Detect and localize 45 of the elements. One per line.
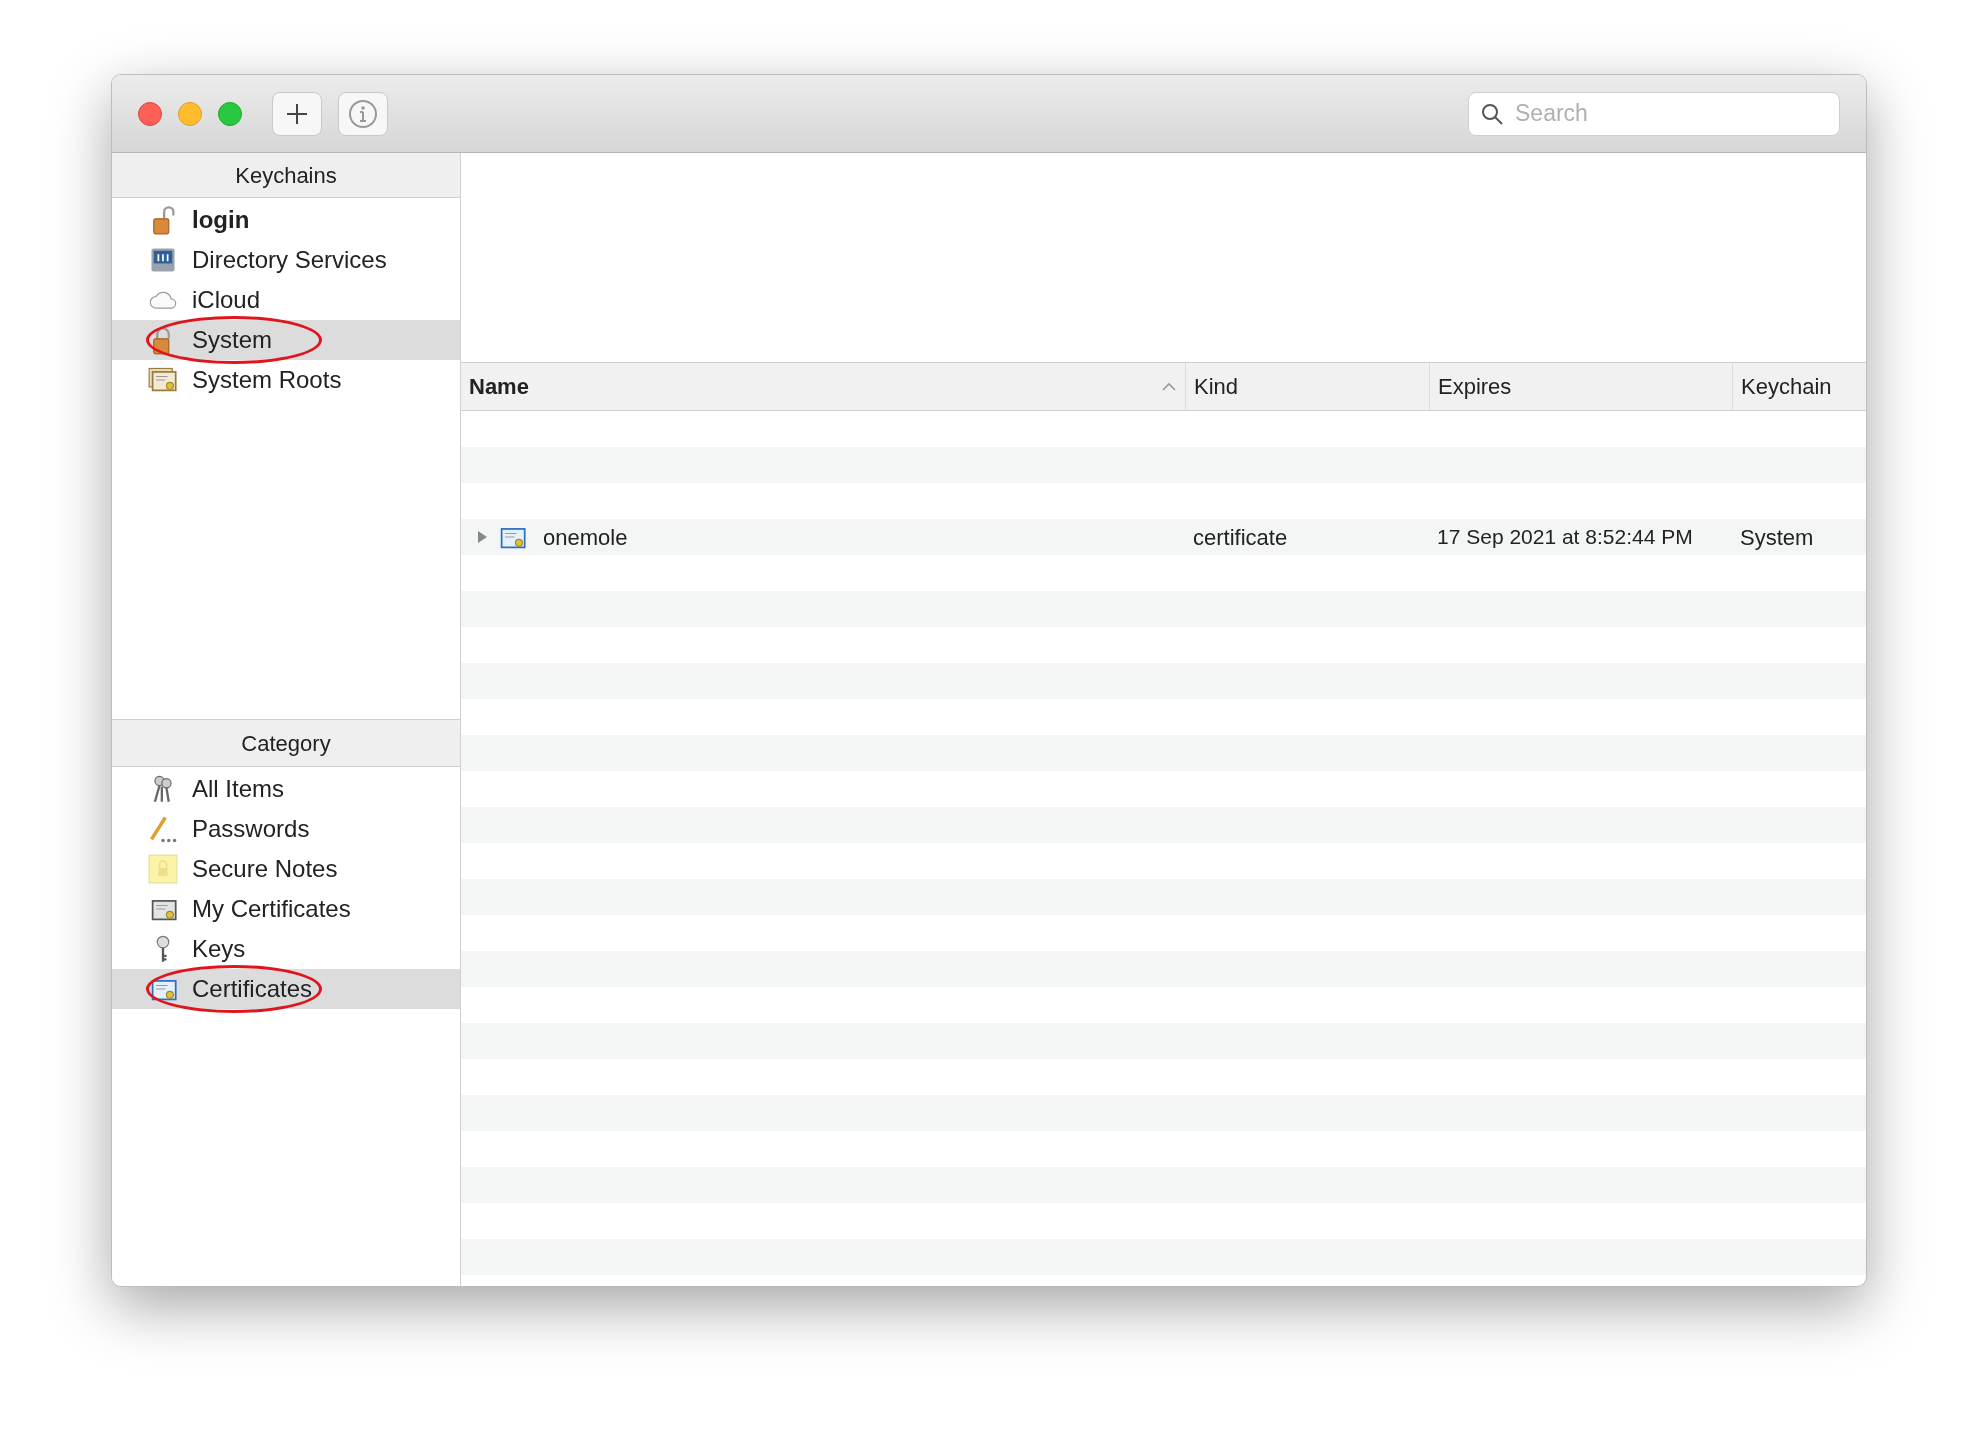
sidebar-item-label: System <box>192 325 272 355</box>
sidebar-item[interactable]: All Items <box>112 769 460 809</box>
sidebar-item-label: Directory Services <box>192 245 387 275</box>
sidebar-item-label: My Certificates <box>192 894 351 924</box>
sidebar-item-label: Keys <box>192 934 246 964</box>
sidebar-item-label: All Items <box>192 774 284 804</box>
sidebar-item-label: Passwords <box>192 814 310 844</box>
section-header: Category <box>112 719 460 767</box>
drive-icon <box>148 245 178 275</box>
search-icon <box>1480 101 1504 126</box>
minimize-button[interactable] <box>178 101 202 126</box>
close-button[interactable] <box>138 101 162 126</box>
sidebar-item-label: iCloud <box>192 285 261 315</box>
pencil-icon <box>148 814 178 844</box>
table-cell-text: 17 Sep 2021 at 8:52:44 PM <box>1436 524 1694 551</box>
add-button[interactable] <box>272 91 322 136</box>
sidebar-item-label: Secure Notes <box>192 854 338 884</box>
column-header[interactable]: Keychain <box>1732 363 1866 410</box>
column-header[interactable]: Expires <box>1429 363 1732 410</box>
sort-caret-icon <box>1161 381 1177 392</box>
sidebar-item[interactable]: Secure Notes <box>112 849 460 889</box>
zoom-button[interactable] <box>218 101 242 126</box>
sidebar-item[interactable]: My Certificates <box>112 889 460 929</box>
sidebar-item[interactable]: Keys <box>112 929 460 969</box>
search-field[interactable]: Search <box>1468 91 1840 136</box>
sidebar-item[interactable]: iCloud <box>112 280 460 320</box>
section-header: Keychains <box>112 153 460 198</box>
sidebar-item[interactable]: System Roots <box>112 360 460 400</box>
disclosure-triangle-icon[interactable] <box>475 530 489 544</box>
sidebar-item-label: System Roots <box>192 365 342 395</box>
column-header[interactable]: Name <box>461 363 1185 410</box>
info-icon <box>348 98 378 129</box>
table-cell-text: certificate <box>1192 523 1289 552</box>
sidebar-item[interactable]: Directory Services <box>112 240 460 280</box>
info-button[interactable] <box>338 91 388 136</box>
table-row[interactable]: onemole certificate 17 Sep 2021 at 8:52:44 PM System <box>461 519 1866 555</box>
column-header[interactable]: Kind <box>1185 363 1429 410</box>
sidebar-item-label: Certificates <box>192 974 313 1004</box>
note-icon <box>148 854 178 884</box>
sidebar-item[interactable]: Passwords <box>112 809 460 849</box>
plus-icon <box>285 101 309 126</box>
sidebar-item[interactable]: login <box>112 200 460 240</box>
table-cell-text: onemole <box>543 523 628 552</box>
table-cell-text: System <box>1739 523 1815 552</box>
sidebar-item-label: login <box>192 205 250 235</box>
